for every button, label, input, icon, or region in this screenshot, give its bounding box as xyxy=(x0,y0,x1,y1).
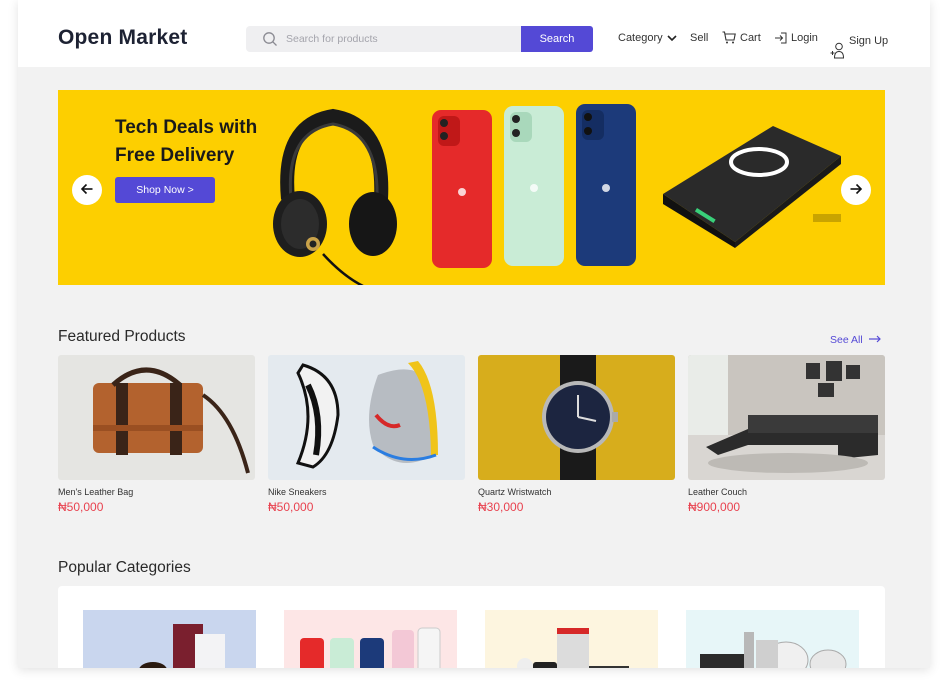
product-name: Leather Couch xyxy=(688,487,748,497)
category-card-appliances[interactable] xyxy=(485,610,658,668)
shop-now-button[interactable]: Shop Now > xyxy=(115,177,215,203)
product-image xyxy=(58,355,255,480)
add-user-icon xyxy=(830,42,845,60)
login-icon xyxy=(774,32,787,44)
product-name: Men's Leather Bag xyxy=(58,487,134,497)
hero-banner: Tech Deals with Free Delivery Shop Now > xyxy=(58,90,885,285)
see-all-label: See All xyxy=(830,334,863,346)
nav-category[interactable]: Category xyxy=(618,32,677,44)
product-image xyxy=(268,355,465,480)
featured-products-title: Featured Products xyxy=(58,328,186,345)
product-name: Quartz Wristwatch xyxy=(478,487,552,497)
nav-login[interactable]: Login xyxy=(774,32,818,44)
category-card-phones[interactable] xyxy=(284,610,457,668)
product-price: ₦30,000 xyxy=(478,500,524,514)
nav-login-label: Login xyxy=(791,32,818,44)
carousel-prev-button[interactable] xyxy=(72,175,102,205)
carousel-next-button[interactable] xyxy=(841,175,871,205)
smartphones-image xyxy=(432,104,636,268)
nav-signup-label: Sign Up xyxy=(849,35,889,47)
search-icon xyxy=(262,31,278,52)
power-bank-image xyxy=(663,126,841,248)
nav-sell[interactable]: Sell xyxy=(690,32,708,44)
category-card-fashion[interactable] xyxy=(83,610,256,668)
page-frame: Open Market Search Category Sell Cart xyxy=(18,0,930,668)
nav-cart-label: Cart xyxy=(740,31,761,44)
product-card[interactable]: Nike Sneakers ₦50,000 xyxy=(268,355,465,514)
product-price: ₦50,000 xyxy=(58,500,104,514)
search-button[interactable]: Search xyxy=(521,26,593,52)
product-price: ₦900,000 xyxy=(688,500,741,514)
popular-categories-title: Popular Categories xyxy=(58,559,191,576)
product-card[interactable]: Quartz Wristwatch ₦30,000 xyxy=(478,355,675,514)
nav-category-label: Category xyxy=(618,32,663,44)
product-image xyxy=(688,355,885,480)
product-card[interactable]: Men's Leather Bag ₦50,000 xyxy=(58,355,255,514)
product-price: ₦50,000 xyxy=(268,500,314,514)
product-name: Nike Sneakers xyxy=(268,487,327,497)
categories-panel xyxy=(58,586,885,668)
site-logo[interactable]: Open Market xyxy=(58,26,187,50)
nav-cart[interactable]: Cart xyxy=(722,31,761,44)
nav-signup[interactable]: Sign Up xyxy=(830,32,889,59)
category-card-kitchen[interactable] xyxy=(686,610,859,668)
product-card[interactable]: Leather Couch ₦900,000 xyxy=(688,355,885,514)
chevron-down-icon xyxy=(667,34,677,42)
top-navbar: Open Market Search Category Sell Cart xyxy=(18,0,930,67)
arrow-right-icon xyxy=(868,334,881,346)
cart-icon xyxy=(722,31,736,44)
headphones-image xyxy=(273,108,397,285)
product-image xyxy=(478,355,675,480)
nav-sell-label: Sell xyxy=(690,32,709,44)
search-input[interactable] xyxy=(286,26,516,52)
search-bar xyxy=(246,26,522,52)
see-all-link[interactable]: See All xyxy=(830,334,881,346)
arrow-left-icon xyxy=(80,182,94,199)
arrow-right-icon xyxy=(849,182,863,199)
